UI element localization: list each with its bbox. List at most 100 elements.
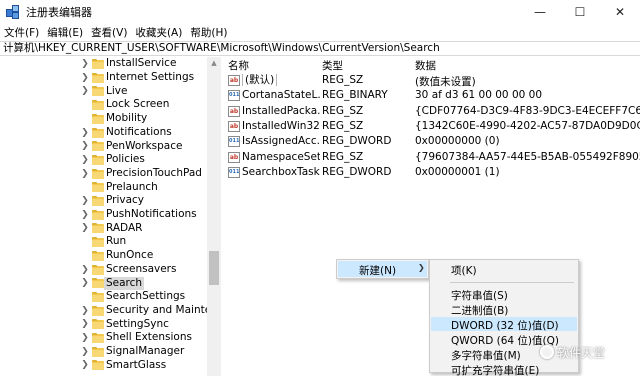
folder-icon [92,72,104,83]
submenu-item-label: 字符串值(S) [451,290,508,302]
tree-item[interactable]: ❯ Privacy [0,194,207,208]
tree-item[interactable]: ❯ InstallService [0,57,207,71]
menu-view[interactable]: 查看(V) [87,25,131,40]
close-button[interactable]: ✕ [600,0,640,24]
folder-icon [92,127,104,138]
tree-item[interactable]: ❯ SignalManager [0,345,207,359]
chevron-right-icon[interactable]: ❯ [81,195,89,207]
column-header-type[interactable]: 类型 [322,58,343,73]
value-row[interactable]: 011 CortanaStateL... REG_BINARY 30 af d3 61… [222,88,640,103]
chevron-right-icon[interactable]: ❯ [81,305,89,317]
submenu-item[interactable]: 字符串值(S) [431,287,577,302]
chevron-right-icon[interactable]: ❯ [81,154,89,166]
value-name-text: (默认) [242,74,278,86]
scrollbar-thumb[interactable] [209,251,219,285]
binary-value-icon: 011 [228,90,240,102]
window-controls: — ☐ ✕ [520,0,640,24]
submenu-item[interactable]: 项(K) [431,262,577,277]
tree-item[interactable]: ❯ Shell Extensions [0,331,207,345]
tree-item[interactable]: ❯ Internet Settings [0,71,207,85]
chevron-right-icon[interactable]: ❯ [81,346,89,358]
tree-item[interactable]: Prelaunch [0,180,207,194]
value-row[interactable]: 011SearchboxTask...REG_DWORD 0x00000001 (… [222,165,640,180]
submenu-item-label: 二进制值(B) [451,305,509,317]
column-header-name[interactable]: 名称 [228,58,249,73]
tree-item-label: PushNotifications [106,208,197,221]
tree-scrollbar[interactable]: ▲ [207,57,221,376]
tree-item[interactable]: ❯ SmartGlass [0,358,207,372]
value-type: REG_DWORD [322,165,392,178]
tree-item[interactable]: ❯ Search [0,276,207,290]
chevron-right-icon[interactable]: ❯ [81,332,89,344]
tree-item[interactable]: ❯ RADAR [0,221,207,235]
chevron-right-icon[interactable]: ❯ [81,359,89,371]
tree-item[interactable]: Lock Screen [0,98,207,112]
tree-item-label: SearchSettings [106,290,186,303]
value-name-text: NamespaceSet... [242,150,320,163]
window-title: 注册表编辑器 [26,6,92,19]
value-data: {1342C60E-4990-4202-AC57-87DA0D9D0CAC} [415,119,640,132]
binary-value-icon: 011 [228,136,240,148]
tree-item[interactable]: ❯ SettingSync [0,317,207,331]
chevron-right-icon[interactable]: ❯ [81,140,89,152]
chevron-right-icon[interactable]: ❯ [81,127,89,139]
chevron-right-icon[interactable]: ❯ [81,222,89,234]
chevron-right-icon[interactable]: ❯ [81,209,89,221]
value-row[interactable]: ab InstalledPacka... REG_SZ {CDF07764-D3C9-… [222,104,640,119]
tree-item[interactable]: ❯ PenWorkspace [0,139,207,153]
submenu-item[interactable]: 二进制值(B) [431,302,577,317]
tree-item-label: Policies [106,153,145,166]
value-type: REG_SZ [322,74,364,86]
tree-item[interactable]: ❯ Screensavers [0,263,207,277]
value-row[interactable]: ab (默认) REG_SZ (数值未设置) [222,73,640,88]
tree-item[interactable]: RunOnce [0,249,207,263]
chevron-right-icon[interactable]: ❯ [81,277,89,289]
menu-edit[interactable]: 编辑(E) [43,25,87,40]
address-bar[interactable]: 计算机\HKEY_CURRENT_USER\SOFTWARE\Microsoft… [0,41,640,56]
maximize-button[interactable]: ☐ [560,0,600,24]
tree-item[interactable]: ❯ Live [0,84,207,98]
folder-icon [92,168,104,179]
scroll-up-icon[interactable]: ▲ [207,57,221,69]
chevron-right-icon[interactable]: ❯ [81,318,89,330]
submenu-item[interactable]: 可扩充字符串值(E) [431,362,577,376]
value-row[interactable]: 011 IsAssignedAcc... REG_DWORD 0x00000000 (… [222,134,640,149]
tree-item-label: Notifications [106,125,172,138]
submenu-item[interactable]: DWORD (32 位)值(D) [431,317,577,332]
string-value-icon: ab [228,75,240,86]
tree-item-label: RunOnce [106,249,154,262]
folder-icon [92,209,104,220]
chevron-right-icon[interactable]: ❯ [81,85,89,97]
tree-item[interactable]: SearchSettings [0,290,207,304]
tree-item-label: Live [106,84,128,97]
chevron-right-icon[interactable]: ❯ [81,72,89,84]
context-menu: 新建(N) ❯ [336,259,429,279]
tree-item[interactable]: ❯ PrecisionTouchPad [0,167,207,181]
folder-icon [92,86,104,97]
menu-item-new[interactable]: 新建(N) ❯ [338,261,427,277]
tree-item[interactable]: ❯ PushNotifications [0,208,207,222]
value-row[interactable]: abInstalledWin32...REG_SZ {1342C60E-4990-… [222,119,640,134]
menu-file[interactable]: 文件(F) [0,25,43,40]
menu-help[interactable]: 帮助(H) [186,25,231,40]
column-header-data[interactable]: 数据 [415,58,436,73]
value-data: 30 af d3 61 00 00 00 00 [415,89,543,102]
value-name: NamespaceSet... [242,151,320,163]
value-type: REG_SZ [322,150,364,163]
menu-favorites[interactable]: 收藏夹(A) [131,25,186,40]
tree-item[interactable]: ❯ Notifications [0,126,207,140]
value-name-text: IsAssignedAcc... [242,135,320,148]
value-data: {CDF07764-D3C9-4F83-9DC3-E4ECEFF7C651} [415,104,640,117]
value-row[interactable]: abNamespaceSet...REG_SZ {79607384-AA57-44… [222,150,640,165]
tree-item[interactable]: Run [0,235,207,249]
folder-icon [92,182,104,193]
chevron-right-icon[interactable]: ❯ [81,264,89,276]
chevron-right-icon[interactable]: ❯ [81,58,89,70]
minimize-button[interactable]: — [520,0,560,24]
value-name: CortanaStateL... [242,89,320,101]
tree-item[interactable]: ❯ Policies [0,153,207,167]
tree-item[interactable]: Mobility [0,112,207,126]
chevron-right-icon[interactable]: ❯ [81,168,89,180]
tree-item-label: PrecisionTouchPad [106,166,202,179]
tree-item[interactable]: ❯ Security and Maintenance [0,304,220,318]
